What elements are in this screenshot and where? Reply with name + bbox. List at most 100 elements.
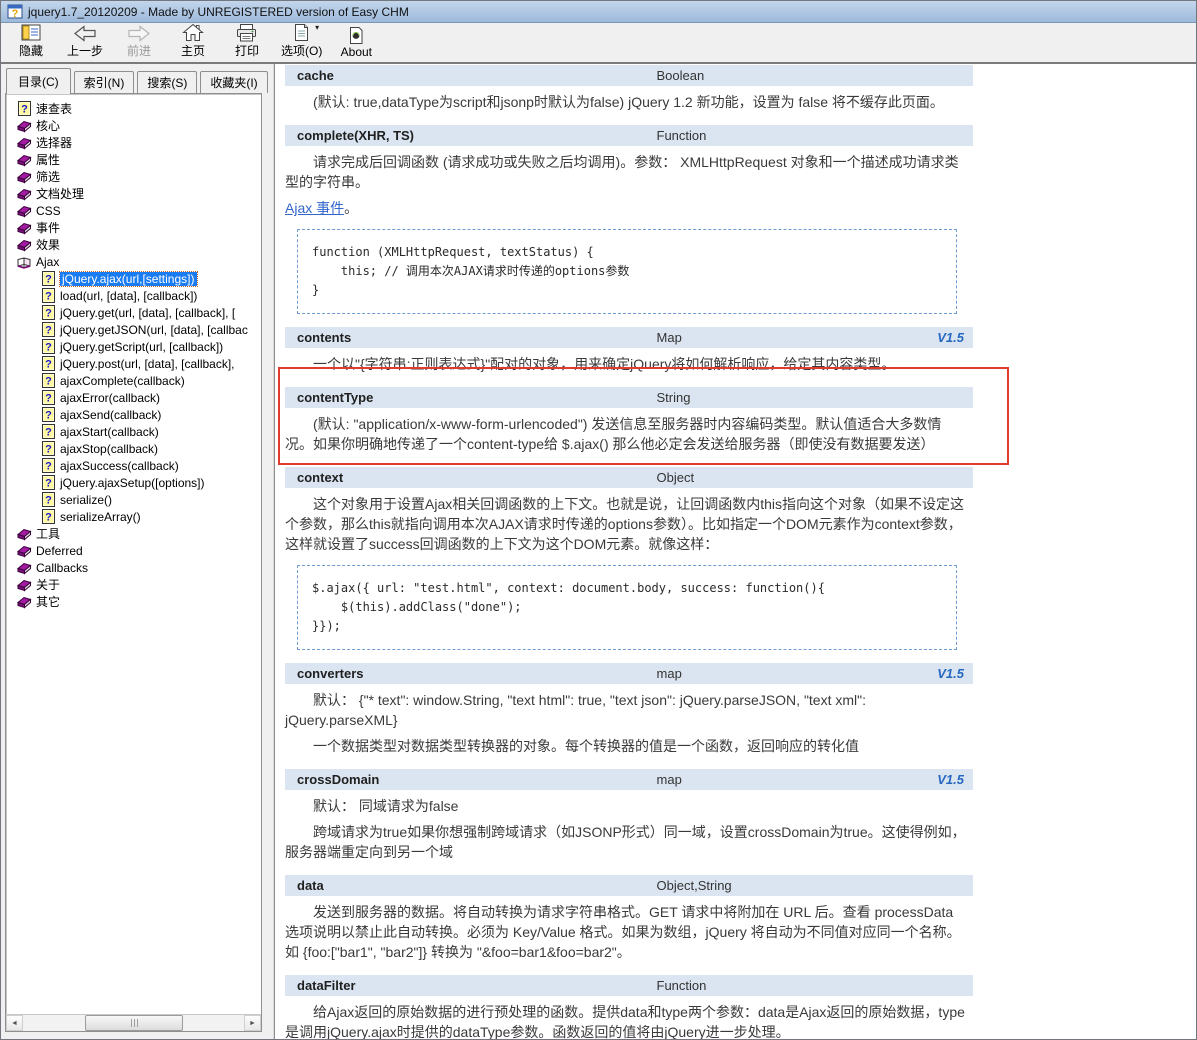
tree-panel: ? 速查表 核心 选择器 属性 筛选 文档处理 CSS 事件 效果 Ajax? jQuery.ajax… [5, 93, 262, 1032]
section-header-contents: contents Map V1.5 [285, 327, 973, 348]
tree-item[interactable]: Callbacks [8, 559, 260, 576]
tree-item-label: 筛选 [36, 170, 61, 184]
sidebar-tab-2[interactable]: 搜索(S) [137, 71, 198, 93]
tree-item[interactable]: 文档处理 [8, 185, 260, 202]
tree-item[interactable]: ? 速查表 [8, 100, 260, 117]
title-bar[interactable]: ? jquery1.7_20120209 - Made by UNREGISTE… [1, 1, 1196, 23]
tree-item-label: load(url, [data], [callback]) [60, 288, 198, 303]
book-closed-icon [16, 527, 32, 541]
tree-item-label: 选择器 [36, 136, 73, 150]
help-page-icon: ? [40, 271, 56, 286]
tree-item-label: ajaxStart(callback) [60, 424, 159, 439]
section-type: Object,String [656, 878, 732, 893]
tree-item-label: CSS [36, 203, 61, 218]
section-type: String [656, 390, 691, 405]
book-open-icon [16, 255, 32, 269]
toolbar-button-print[interactable]: 打印 [223, 21, 271, 60]
tree-item[interactable]: 关于 [8, 576, 260, 593]
tree-item[interactable]: 工具 [8, 525, 260, 542]
tree-item[interactable]: ? ajaxSuccess(callback) [8, 457, 260, 474]
section-header-data: data Object,String [285, 875, 973, 896]
tree-item[interactable]: ? ajaxStop(callback) [8, 440, 260, 457]
svg-text:?: ? [45, 461, 52, 473]
book-closed-icon [16, 595, 32, 609]
svg-text:?: ? [45, 410, 52, 422]
help-page-icon: ? [40, 458, 56, 473]
tree-item-label: jQuery.ajax(url,[settings]) [59, 270, 198, 287]
scrollbar-thumb[interactable] [85, 1015, 183, 1031]
section-contentType: contentType String (默认: "application/x-www… [285, 387, 1196, 454]
options-icon: ▾ [292, 22, 319, 42]
tree-item[interactable]: Ajax [8, 253, 260, 270]
section-header-complete: complete(XHR, TS) Function [285, 125, 973, 146]
tree-item[interactable]: ? ajaxStart(callback) [8, 423, 260, 440]
help-page-icon: ? [40, 424, 56, 439]
tree-item[interactable]: 筛选 [8, 168, 260, 185]
tree-item[interactable]: CSS [8, 202, 260, 219]
chm-viewer-window: ? jquery1.7_20120209 - Made by UNREGISTE… [0, 0, 1197, 1040]
toolbar-button-forward[interactable]: 前进 [115, 21, 163, 60]
tree-item[interactable]: ? load(url, [data], [callback]) [8, 287, 260, 304]
book-closed-icon [16, 153, 32, 167]
tree-item[interactable]: ? ajaxError(callback) [8, 389, 260, 406]
sidebar-tab-3[interactable]: 收藏夹(I) [200, 71, 268, 93]
tree-item[interactable]: 事件 [8, 219, 260, 236]
tree-item[interactable]: Deferred [8, 542, 260, 559]
tree-item[interactable]: ? jQuery.getJSON(url, [data], [callbac [8, 321, 260, 338]
horizontal-scrollbar[interactable]: ◄ ► [6, 1014, 261, 1031]
section-type: Function [656, 128, 707, 143]
tree-item[interactable]: ? ajaxComplete(callback) [8, 372, 260, 389]
help-page-icon: ? [40, 322, 56, 337]
tree-item-label: jQuery.ajaxSetup([options]) [60, 475, 205, 490]
help-page-icon: ? [40, 441, 56, 456]
svg-text:?: ? [45, 308, 52, 320]
tree-item[interactable]: ? jQuery.ajax(url,[settings]) [8, 270, 260, 287]
toolbar-button-options[interactable]: ▾ 选项(O) [277, 21, 326, 60]
help-page-icon: ? [40, 305, 56, 320]
tree-item[interactable]: ? ajaxSend(callback) [8, 406, 260, 423]
tree-item[interactable]: ? jQuery.post(url, [data], [callback], [8, 355, 260, 372]
svg-text:?: ? [21, 104, 28, 116]
tree-item-label: jQuery.getScript(url, [callback]) [60, 339, 224, 354]
tree-item[interactable]: ? serialize() [8, 491, 260, 508]
scroll-left-button[interactable]: ◄ [6, 1015, 23, 1031]
tree-item-label: Callbacks [36, 560, 89, 575]
pane-splitter[interactable] [265, 64, 274, 1039]
toolbar-button-back[interactable]: 上一步 [61, 21, 109, 60]
help-page-icon: ? [40, 288, 56, 303]
link-suffix: 。 [344, 200, 359, 216]
tree-item-label: 属性 [36, 153, 61, 167]
section-data: data Object,String 发送到服务器的数据。将自动转换为请求字符串格式… [285, 875, 1196, 962]
sidebar-tab-1[interactable]: 索引(N) [73, 71, 135, 93]
tree-item[interactable]: ? jQuery.get(url, [data], [callback], [ [8, 304, 260, 321]
section-context: context Object 这个对象用于设置Ajax相关回调函数的上下文。也就是说… [285, 467, 1196, 650]
toolbar-button-about[interactable]: About [332, 24, 380, 60]
tree-item[interactable]: 其它 [8, 593, 260, 610]
toolbar-button-label: 上一步 [66, 44, 103, 58]
book-closed-icon [16, 187, 32, 201]
tree-item[interactable]: ? jQuery.ajaxSetup([options]) [8, 474, 260, 491]
about-icon [347, 25, 365, 45]
tree-item[interactable]: 属性 [8, 151, 260, 168]
forward-arrow-icon [127, 22, 151, 42]
section-name: converters [297, 666, 364, 681]
toolbar-button-home[interactable]: 主页 [169, 21, 217, 60]
section-header-crossDomain: crossDomain map V1.5 [285, 769, 973, 790]
tree-item-label: 速查表 [36, 102, 73, 116]
scrollbar-track[interactable] [23, 1015, 244, 1031]
tree-item[interactable]: ? serializeArray() [8, 508, 260, 525]
tree-item[interactable]: 核心 [8, 117, 260, 134]
help-page-icon: ? [40, 373, 56, 388]
ajax-events-link[interactable]: Ajax 事件 [285, 200, 344, 216]
tree-item-label: ajaxStop(callback) [60, 441, 159, 456]
toolbar-button-hide[interactable]: 隐藏 [7, 21, 55, 60]
tree-item[interactable]: 选择器 [8, 134, 260, 151]
sidebar-tab-0[interactable]: 目录(C) [6, 68, 71, 94]
tree-item[interactable]: 效果 [8, 236, 260, 253]
book-closed-icon [16, 221, 32, 235]
toolbar-button-label: 前进 [126, 44, 151, 58]
tree-item[interactable]: ? jQuery.getScript(url, [callback]) [8, 338, 260, 355]
scroll-right-button[interactable]: ► [244, 1015, 261, 1031]
tree-item-label: Deferred [36, 543, 83, 558]
svg-text:?: ? [45, 291, 52, 303]
